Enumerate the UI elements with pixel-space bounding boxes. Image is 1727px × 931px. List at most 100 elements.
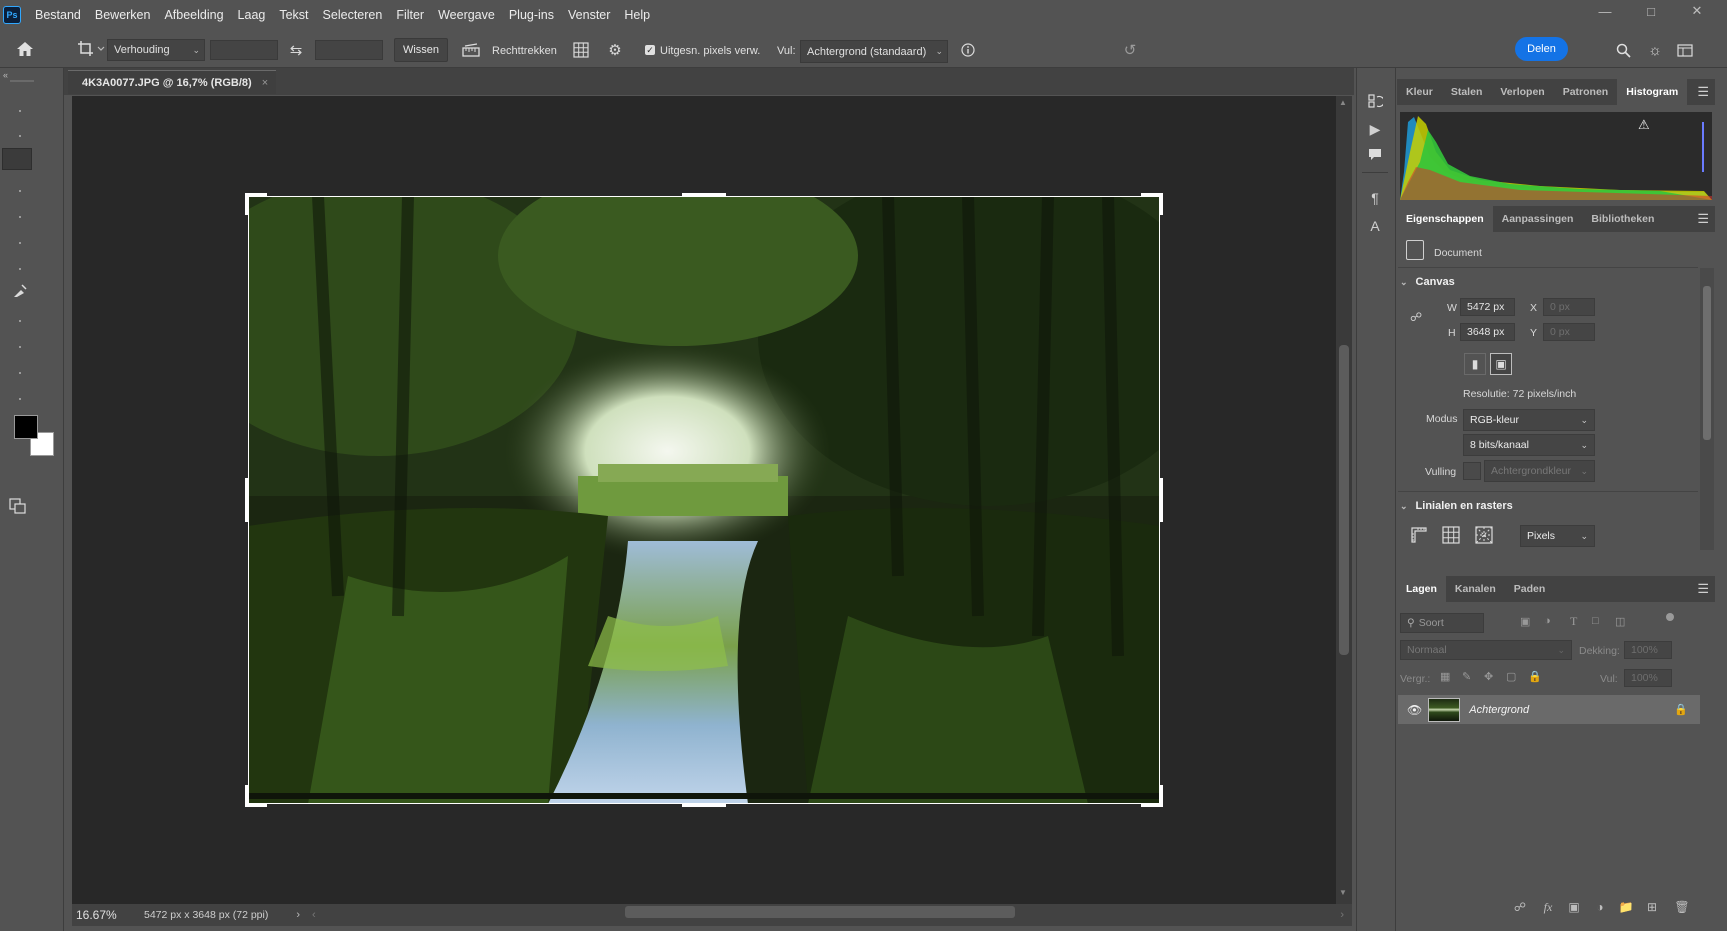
document-image[interactable] (248, 196, 1160, 804)
mode-select[interactable]: RGB-kleur ⌄ (1463, 409, 1595, 431)
tab-stalen[interactable]: Stalen (1442, 79, 1492, 105)
menu-tekst[interactable]: Tekst (279, 8, 308, 22)
menu-laag[interactable]: Laag (238, 8, 266, 22)
document-tab[interactable]: 4K3A0077.JPG @ 16,7% (RGB/8) × (68, 70, 276, 94)
landscape-orientation-icon[interactable]: ▣ (1490, 353, 1512, 375)
grid-overlay-icon[interactable] (570, 40, 592, 60)
lock-image-icon[interactable]: ✎ (1462, 670, 1471, 683)
units-select[interactable]: Pixels ⌄ (1520, 525, 1595, 547)
close-icon[interactable]: ✕ (1674, 0, 1720, 22)
eraser-tool-icon[interactable] (4, 310, 36, 332)
width-field[interactable]: 5472 px (1460, 298, 1515, 316)
straighten-label[interactable]: Rechttrekken (492, 45, 557, 57)
home-icon[interactable] (12, 38, 38, 60)
menu-afbeelding[interactable]: Afbeelding (164, 8, 223, 22)
maximize-icon[interactable]: □ (1628, 0, 1674, 22)
comments-icon[interactable] (1362, 143, 1388, 167)
ratio-width-input[interactable] (210, 40, 278, 60)
warning-icon[interactable]: ⚠ (1638, 117, 1650, 133)
adjustment-layer-icon[interactable]: ◑ (1590, 899, 1610, 915)
new-layer-icon[interactable]: ⊞ (1642, 899, 1662, 915)
tab-lagen[interactable]: Lagen (1397, 576, 1446, 602)
link-layers-icon[interactable]: ☍ (1510, 899, 1530, 915)
layer-filter-search[interactable]: ⚲ Soort (1400, 613, 1484, 633)
crop-handle-bottom-right[interactable] (1141, 785, 1163, 807)
panel-menu-icon[interactable]: ☰ (1697, 206, 1709, 232)
fill-select[interactable]: Achtergrondkleur ⌄ (1484, 460, 1595, 482)
fx-icon[interactable]: fx (1538, 899, 1558, 915)
toolbar-grip[interactable] (10, 80, 34, 82)
layer-row[interactable]: 👁 Achtergrond 🔒 (1398, 695, 1700, 724)
pen-tool-icon[interactable] (4, 388, 36, 410)
bit-depth-select[interactable]: 8 bits/kanaal ⌄ (1463, 434, 1595, 456)
grid-icon[interactable] (1442, 526, 1460, 544)
fill-select[interactable]: Achtergrond (standaard) ⌄ (800, 40, 948, 63)
history-icon[interactable] (1362, 89, 1388, 113)
layer-lock-icon[interactable]: 🔒 (1674, 703, 1688, 716)
scroll-right-icon[interactable]: › (1340, 909, 1344, 921)
crop-handle-bottom-left[interactable] (245, 785, 267, 807)
workspace-icon[interactable] (1674, 40, 1696, 60)
zoom-level[interactable]: 16.67% (76, 908, 142, 922)
clear-button[interactable]: Wissen (394, 38, 448, 62)
search-icon[interactable] (1612, 40, 1634, 60)
menu-plugins[interactable]: Plug-ins (509, 8, 554, 22)
menu-selecteren[interactable]: Selecteren (323, 8, 383, 22)
healing-tool-icon[interactable] (4, 232, 36, 254)
lock-transparency-icon[interactable]: ▦ (1440, 670, 1450, 683)
new-group-icon[interactable]: 📁 (1616, 899, 1636, 915)
share-button[interactable]: Delen (1515, 37, 1568, 61)
gear-icon[interactable]: ⚙ (604, 40, 626, 60)
tab-aanpassingen[interactable]: Aanpassingen (1493, 206, 1583, 232)
vertical-scroll-thumb[interactable] (1339, 345, 1349, 655)
menu-weergave[interactable]: Weergave (438, 8, 495, 22)
scroll-down-icon[interactable]: ▼ (1339, 888, 1347, 897)
delete-cropped-checkbox[interactable]: ✓ (645, 45, 655, 55)
crop-handle-right[interactable] (1159, 478, 1163, 522)
tab-histogram[interactable]: Histogram (1617, 79, 1688, 105)
panel-menu-icon[interactable]: ☰ (1697, 576, 1709, 602)
lock-artboard-icon[interactable]: ▢ (1506, 670, 1516, 683)
marquee-tool-icon[interactable] (4, 125, 36, 147)
tab-eigenschappen[interactable]: Eigenschappen (1397, 206, 1493, 232)
horizontal-scroll-thumb[interactable] (625, 906, 1015, 918)
lock-position-icon[interactable]: ✥ (1484, 670, 1493, 683)
move-tool-icon[interactable] (4, 100, 36, 122)
crop-tool-preset-icon[interactable] (72, 38, 112, 60)
scroll-up-icon[interactable]: ▲ (1339, 98, 1347, 107)
fill-color-swatch[interactable] (1463, 462, 1481, 480)
tab-kanalen[interactable]: Kanalen (1446, 576, 1505, 602)
guides-icon[interactable] (1475, 526, 1493, 544)
menu-filter[interactable]: Filter (396, 8, 424, 22)
swap-icon[interactable]: ⇆ (284, 40, 308, 60)
eye-icon[interactable]: 👁 (1407, 703, 1422, 717)
crop-handle-bottom[interactable] (682, 803, 726, 807)
y-field[interactable]: 0 px (1543, 323, 1595, 341)
reset-icon[interactable]: ↺ (1118, 40, 1142, 60)
brush-tool-icon[interactable] (4, 258, 36, 280)
ruler-icon[interactable] (1410, 526, 1428, 544)
actions-play-icon[interactable]: ▶ (1362, 117, 1388, 141)
add-mask-icon[interactable]: ▣ (1564, 899, 1584, 915)
dodge-tool-icon[interactable] (4, 362, 36, 384)
blend-mode-select[interactable]: Normaal ⌄ (1400, 640, 1572, 660)
height-field[interactable]: 3648 px (1460, 323, 1515, 341)
eyedropper-tool-icon[interactable] (4, 206, 36, 228)
crop-handle-top-left[interactable] (245, 193, 267, 215)
canvas-section-header[interactable]: ⌄ Canvas (1400, 276, 1455, 288)
menu-bewerken[interactable]: Bewerken (95, 8, 151, 22)
ratio-height-input[interactable] (315, 40, 383, 60)
minimize-icon[interactable]: — (1582, 0, 1628, 22)
tab-verlopen[interactable]: Verlopen (1491, 79, 1553, 105)
tab-kleur[interactable]: Kleur (1397, 79, 1442, 105)
panel-menu-icon[interactable]: ☰ (1697, 79, 1709, 105)
gradient-tool-icon[interactable] (4, 336, 36, 358)
document-info[interactable]: 5472 px x 3648 px (72 ppi) (144, 909, 268, 921)
character-icon[interactable]: A (1362, 214, 1388, 238)
delete-layer-icon[interactable]: 🗑 (1672, 899, 1692, 915)
menu-venster[interactable]: Venster (568, 8, 610, 22)
tab-bibliotheken[interactable]: Bibliotheken (1582, 206, 1663, 232)
frame-tool-icon[interactable] (4, 180, 36, 202)
delete-cropped-label[interactable]: Uitgesn. pixels verw. (660, 45, 760, 57)
properties-scroll-thumb[interactable] (1703, 286, 1711, 440)
